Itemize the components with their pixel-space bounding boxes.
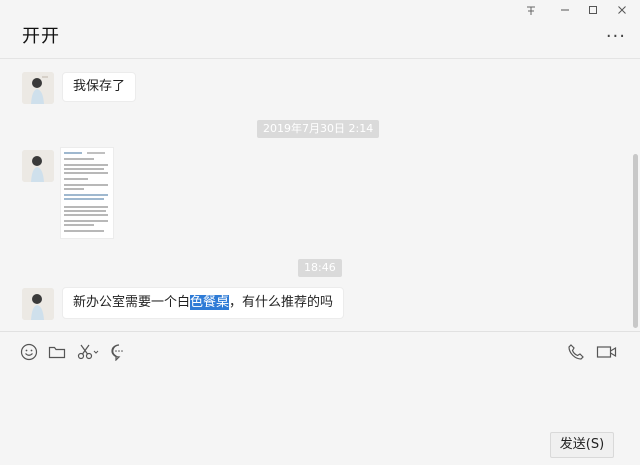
timestamp: 18:46 — [298, 259, 342, 277]
chat-title: 开开 — [22, 26, 60, 47]
message-bubble[interactable]: 新办公室需要一个白色餐桌，有什么推荐的吗 — [62, 287, 345, 319]
image-message-thumbnail[interactable] — [60, 147, 114, 239]
message-text: 新办公室需要一个白 — [73, 295, 191, 310]
avatar[interactable] — [22, 150, 54, 182]
timestamp: 2019年7月30日 2:14 — [257, 120, 380, 138]
folder-icon[interactable] — [48, 343, 68, 363]
maximize-icon[interactable] — [582, 3, 604, 21]
emoji-icon[interactable] — [20, 343, 40, 363]
video-icon[interactable] — [596, 343, 618, 363]
message-text: ，有什么推荐的吗 — [229, 295, 334, 310]
message-bubble[interactable]: 我保存了 — [62, 72, 137, 102]
selected-text: 色餐桌 — [190, 295, 230, 310]
avatar[interactable] — [22, 72, 54, 104]
avatar[interactable] — [22, 288, 54, 320]
more-options-icon[interactable]: ··· — [606, 26, 626, 47]
scrollbar[interactable] — [633, 154, 638, 328]
phone-icon[interactable] — [567, 343, 587, 363]
close-icon[interactable] — [611, 3, 633, 21]
send-button[interactable]: 发送(S) — [550, 432, 614, 458]
chat-header — [0, 0, 640, 59]
chat-history-icon[interactable] — [110, 343, 130, 363]
scissors-icon[interactable] — [77, 343, 101, 363]
minimize-icon[interactable] — [554, 3, 576, 21]
pin-icon[interactable] — [520, 3, 542, 21]
